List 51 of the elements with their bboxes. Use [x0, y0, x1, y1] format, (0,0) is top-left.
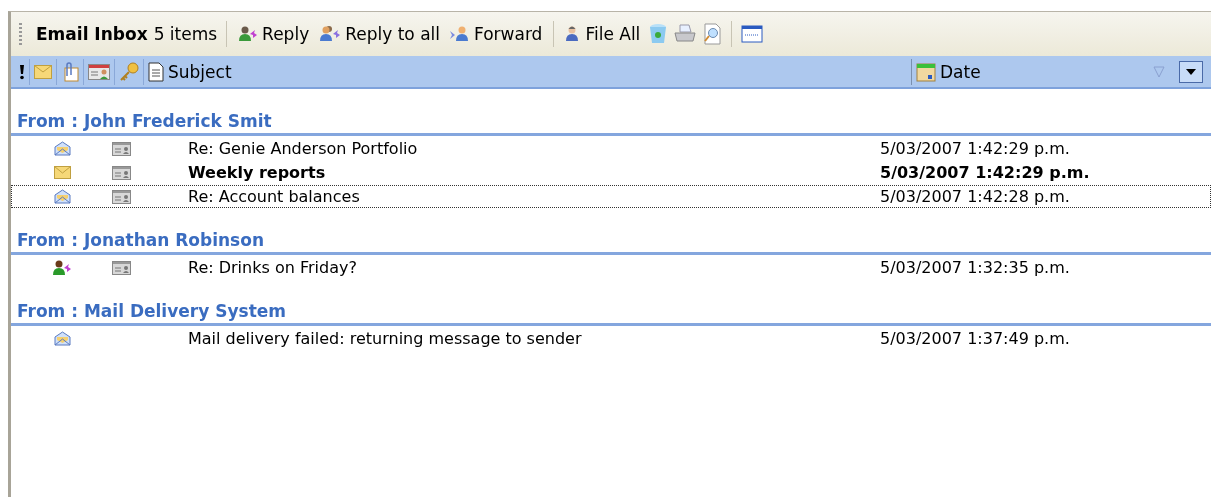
contact-card-icon — [112, 189, 131, 204]
calendar-icon — [916, 61, 936, 82]
forward-button[interactable]: Forward — [448, 22, 545, 46]
group-header[interactable]: From : Mail Delivery System — [11, 297, 1211, 326]
date-column-header[interactable]: Date — [911, 58, 1211, 85]
date-cell-text: 5/03/2007 1:37:49 p.m. — [880, 329, 1071, 348]
contact-card-icon[interactable] — [88, 63, 110, 80]
document-magnifier-icon[interactable] — [702, 23, 723, 45]
open-envelope-icon — [53, 141, 71, 156]
subject-cell-text: Weekly reports — [188, 163, 327, 182]
message-row[interactable]: Re: Genie Anderson Portfolio 5/03/2007 1:42:29 p.m. — [11, 137, 1211, 160]
person-arrow-icon — [450, 25, 471, 43]
subject-cell-text: Re: Account balances — [188, 187, 361, 206]
open-envelope-icon — [53, 331, 71, 346]
message-row[interactable]: Weekly reports 5/03/2007 1:42:29 p.m. — [11, 161, 1211, 184]
focused-message-row[interactable]: Re: Account balances 5/03/2007 1:42:28 p.m. — [11, 185, 1211, 208]
toolbar-title: Email Inbox — [36, 24, 148, 44]
caret-icon — [1185, 67, 1197, 76]
reply-button[interactable]: Reply — [236, 22, 312, 46]
document-icon — [148, 61, 164, 82]
envelope-icon[interactable] — [34, 64, 52, 79]
people-arrow-icon — [319, 25, 342, 43]
open-envelope-icon — [53, 189, 71, 204]
dropdown-button[interactable] — [1179, 60, 1203, 83]
paperclip-icon[interactable] — [61, 61, 79, 82]
subject-cell-text: Mail delivery failed: returning message to sender — [188, 329, 583, 348]
group-header[interactable]: From : Jonathan Robinson — [11, 226, 1211, 255]
subject-cell-text: Re: Drinks on Friday? — [188, 258, 358, 277]
subject-column-header[interactable]: Subject — [144, 58, 911, 85]
person-arrow-icon — [238, 25, 259, 43]
subject-cell-text: Re: Genie Anderson Portfolio — [188, 139, 419, 158]
contact-card-icon — [112, 165, 131, 180]
printer-icon[interactable] — [674, 24, 697, 44]
person-arrow-icon — [52, 258, 72, 277]
importance-icon[interactable] — [19, 63, 25, 80]
contact-card-icon — [112, 141, 131, 156]
recycle-bin-icon[interactable] — [648, 23, 669, 45]
date-cell-text: 5/03/2007 1:32:35 p.m. — [880, 258, 1071, 277]
reply-all-button[interactable]: Reply to all — [317, 22, 443, 46]
date-cell-text: 5/03/2007 1:42:29 p.m. — [880, 163, 1091, 182]
date-cell-text: 5/03/2007 1:42:29 p.m. — [880, 139, 1071, 158]
contact-card-icon — [112, 260, 131, 275]
item-count: 5 items — [153, 24, 218, 44]
window-icon[interactable] — [741, 25, 764, 43]
file-button[interactable]: File All — [563, 22, 643, 46]
message-row[interactable]: Mail delivery failed: returning message to sender 5/03/2007 1:37:49 p.m. — [11, 327, 1211, 350]
date-cell-text: 5/03/2007 1:42:28 p.m. — [880, 187, 1071, 206]
group-header[interactable]: From : John Frederick Smit — [11, 107, 1211, 136]
message-row[interactable]: Re: Drinks on Friday? 5/03/2007 1:32:35 p.m. — [11, 256, 1211, 279]
envelope-icon — [53, 166, 71, 179]
key-icon[interactable] — [119, 61, 139, 82]
